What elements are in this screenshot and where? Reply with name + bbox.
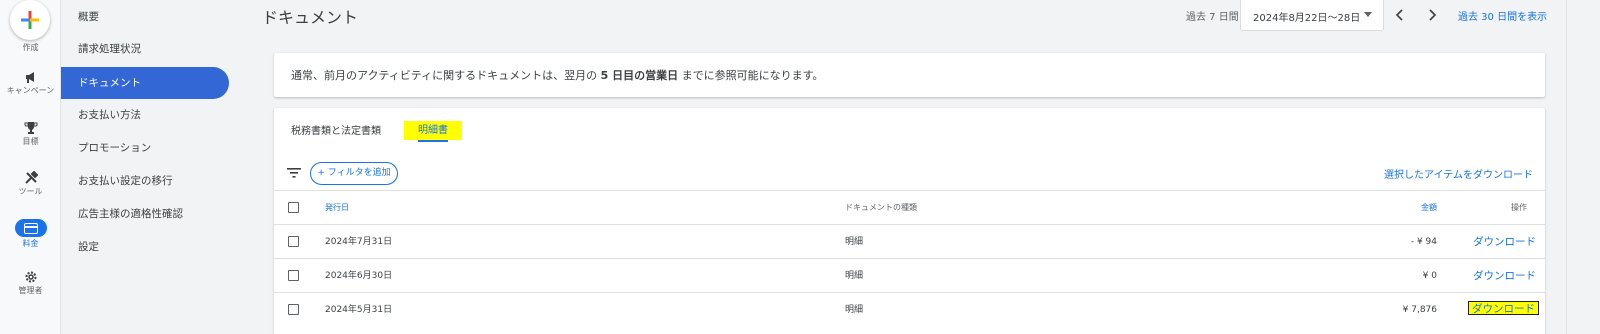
trophy-icon (24, 122, 37, 134)
download-selected-link[interactable]: 選択したアイテムをダウンロード (1384, 166, 1533, 181)
create-button[interactable] (10, 0, 50, 40)
rail-item-goals[interactable]: 目標 (0, 121, 61, 147)
notice-text-bold: 5 日目の営業日 (600, 69, 679, 82)
rail-label-billing: 料金 (22, 239, 39, 248)
row-amount: - ¥ 94 (1410, 237, 1437, 247)
credit-card-icon (23, 222, 38, 234)
date-range-label: 過去 7 日間 (1186, 12, 1239, 23)
chevron-right-icon[interactable] (1424, 7, 1440, 23)
row-download-link[interactable]: ダウンロード (1473, 225, 1536, 259)
caret-down-icon (1364, 12, 1372, 17)
row-amount: ¥ 7,876 (1402, 305, 1437, 315)
notice-text-after: までに参照可能になります。 (678, 69, 824, 82)
subnav-item-summary[interactable]: 概要 (61, 1, 229, 33)
rail-label-tools: ツール (18, 187, 43, 196)
row-date: 2024年6月30日 (325, 271, 393, 281)
billing-subnav: 概要 請求処理状況 ドキュメント お支払い方法 プロモーション お支払い設定の移… (61, 0, 243, 334)
chevron-left-icon[interactable] (1392, 7, 1408, 23)
rail-item-campaigns[interactable]: キャンペーン (0, 70, 61, 96)
table-row: 2024年6月30日 明細 ¥ 0 ダウンロード (274, 258, 1545, 292)
page-title: ドキュメント (262, 8, 359, 27)
add-filter-button[interactable]: + フィルタを追加 (310, 162, 398, 185)
date-range-select[interactable]: 2024年8月22日〜28日 (1240, 0, 1384, 31)
row-date: 2024年7月31日 (325, 237, 393, 247)
row-date: 2024年5月31日 (325, 305, 393, 315)
filter-icon[interactable] (287, 167, 301, 179)
notice-text-before: 通常、前月のアクティビティに関するドキュメントは、翌月の (291, 69, 601, 82)
header-date[interactable]: 発行日 (325, 191, 349, 225)
subnav-item-promotions[interactable]: プロモーション (61, 132, 229, 164)
row-amount: ¥ 0 (1422, 271, 1437, 281)
rail-label-goals: 目標 (22, 137, 39, 146)
subnav-item-payment-migration[interactable]: お支払い設定の移行 (61, 165, 229, 197)
table-row: 2024年5月31日 明細 ¥ 7,876 ダウンロード (274, 292, 1545, 326)
header-amount[interactable]: 金額 (1317, 191, 1437, 225)
tab-tax-documents[interactable]: 税務書類と法定書類 (291, 122, 381, 137)
subnav-item-advertiser-verification[interactable]: 広告主様の適格性確認 (61, 198, 229, 230)
rail-item-admin[interactable]: 管理者 (0, 270, 61, 296)
billing-pill (14, 219, 47, 237)
header-doc-type: ドキュメントの種類 (845, 203, 917, 212)
tools-icon (24, 171, 38, 184)
availability-notice: 通常、前月のアクティビティに関するドキュメントは、翌月の 5 日目の営業日 まで… (274, 53, 1545, 97)
rail-label-admin: 管理者 (18, 286, 43, 295)
subnav-item-payment-methods[interactable]: お支払い方法 (61, 99, 229, 131)
row-doc-type: 明細 (845, 237, 864, 247)
subnav-item-documents[interactable]: ドキュメント (61, 67, 229, 99)
row-checkbox[interactable] (288, 236, 299, 247)
show-30-days-link[interactable]: 過去 30 日間を表示 (1458, 8, 1547, 23)
table-header: 発行日 ドキュメントの種類 金額 操作 (274, 190, 1545, 224)
documents-card: 税務書類と法定書類 明細書 + フィルタを追加 選択したアイテムをダウンロード … (274, 108, 1545, 334)
subnav-item-settings[interactable]: 設定 (61, 231, 229, 263)
rail-item-billing[interactable]: 料金 (0, 219, 61, 249)
select-all-checkbox[interactable] (288, 202, 299, 213)
table-row: 2024年7月31日 明細 - ¥ 94 ダウンロード (274, 224, 1545, 258)
header-action: 操作 (1511, 203, 1527, 212)
plus-icon (21, 11, 39, 29)
tab-statements[interactable]: 明細書 (404, 121, 462, 140)
active-tab-indicator (418, 140, 448, 142)
rail-item-tools[interactable]: ツール (0, 171, 61, 197)
row-checkbox[interactable] (288, 304, 299, 315)
megaphone-icon (25, 72, 34, 83)
subnav-item-billing-status[interactable]: 請求処理状況 (61, 33, 229, 65)
scrollbar-track[interactable] (1566, 0, 1567, 334)
rail-label-campaigns: キャンペーン (6, 86, 55, 95)
left-rail: 作成 キャンペーン 目標 ツール 料金 管理者 (0, 0, 61, 334)
gear-icon (25, 271, 36, 283)
row-checkbox[interactable] (288, 270, 299, 281)
rail-item-create: 作成 (0, 41, 61, 53)
row-download-link[interactable]: ダウンロード (1473, 259, 1536, 293)
date-range-value: 2024年8月22日〜28日 (1253, 13, 1361, 24)
row-download-cell: ダウンロード (1468, 293, 1539, 327)
row-doc-type: 明細 (845, 305, 864, 315)
row-download-link-highlighted[interactable]: ダウンロード (1468, 301, 1539, 315)
create-label: 作成 (22, 43, 39, 52)
scrollbar-gutter (1566, 0, 1600, 334)
row-doc-type: 明細 (845, 271, 864, 281)
